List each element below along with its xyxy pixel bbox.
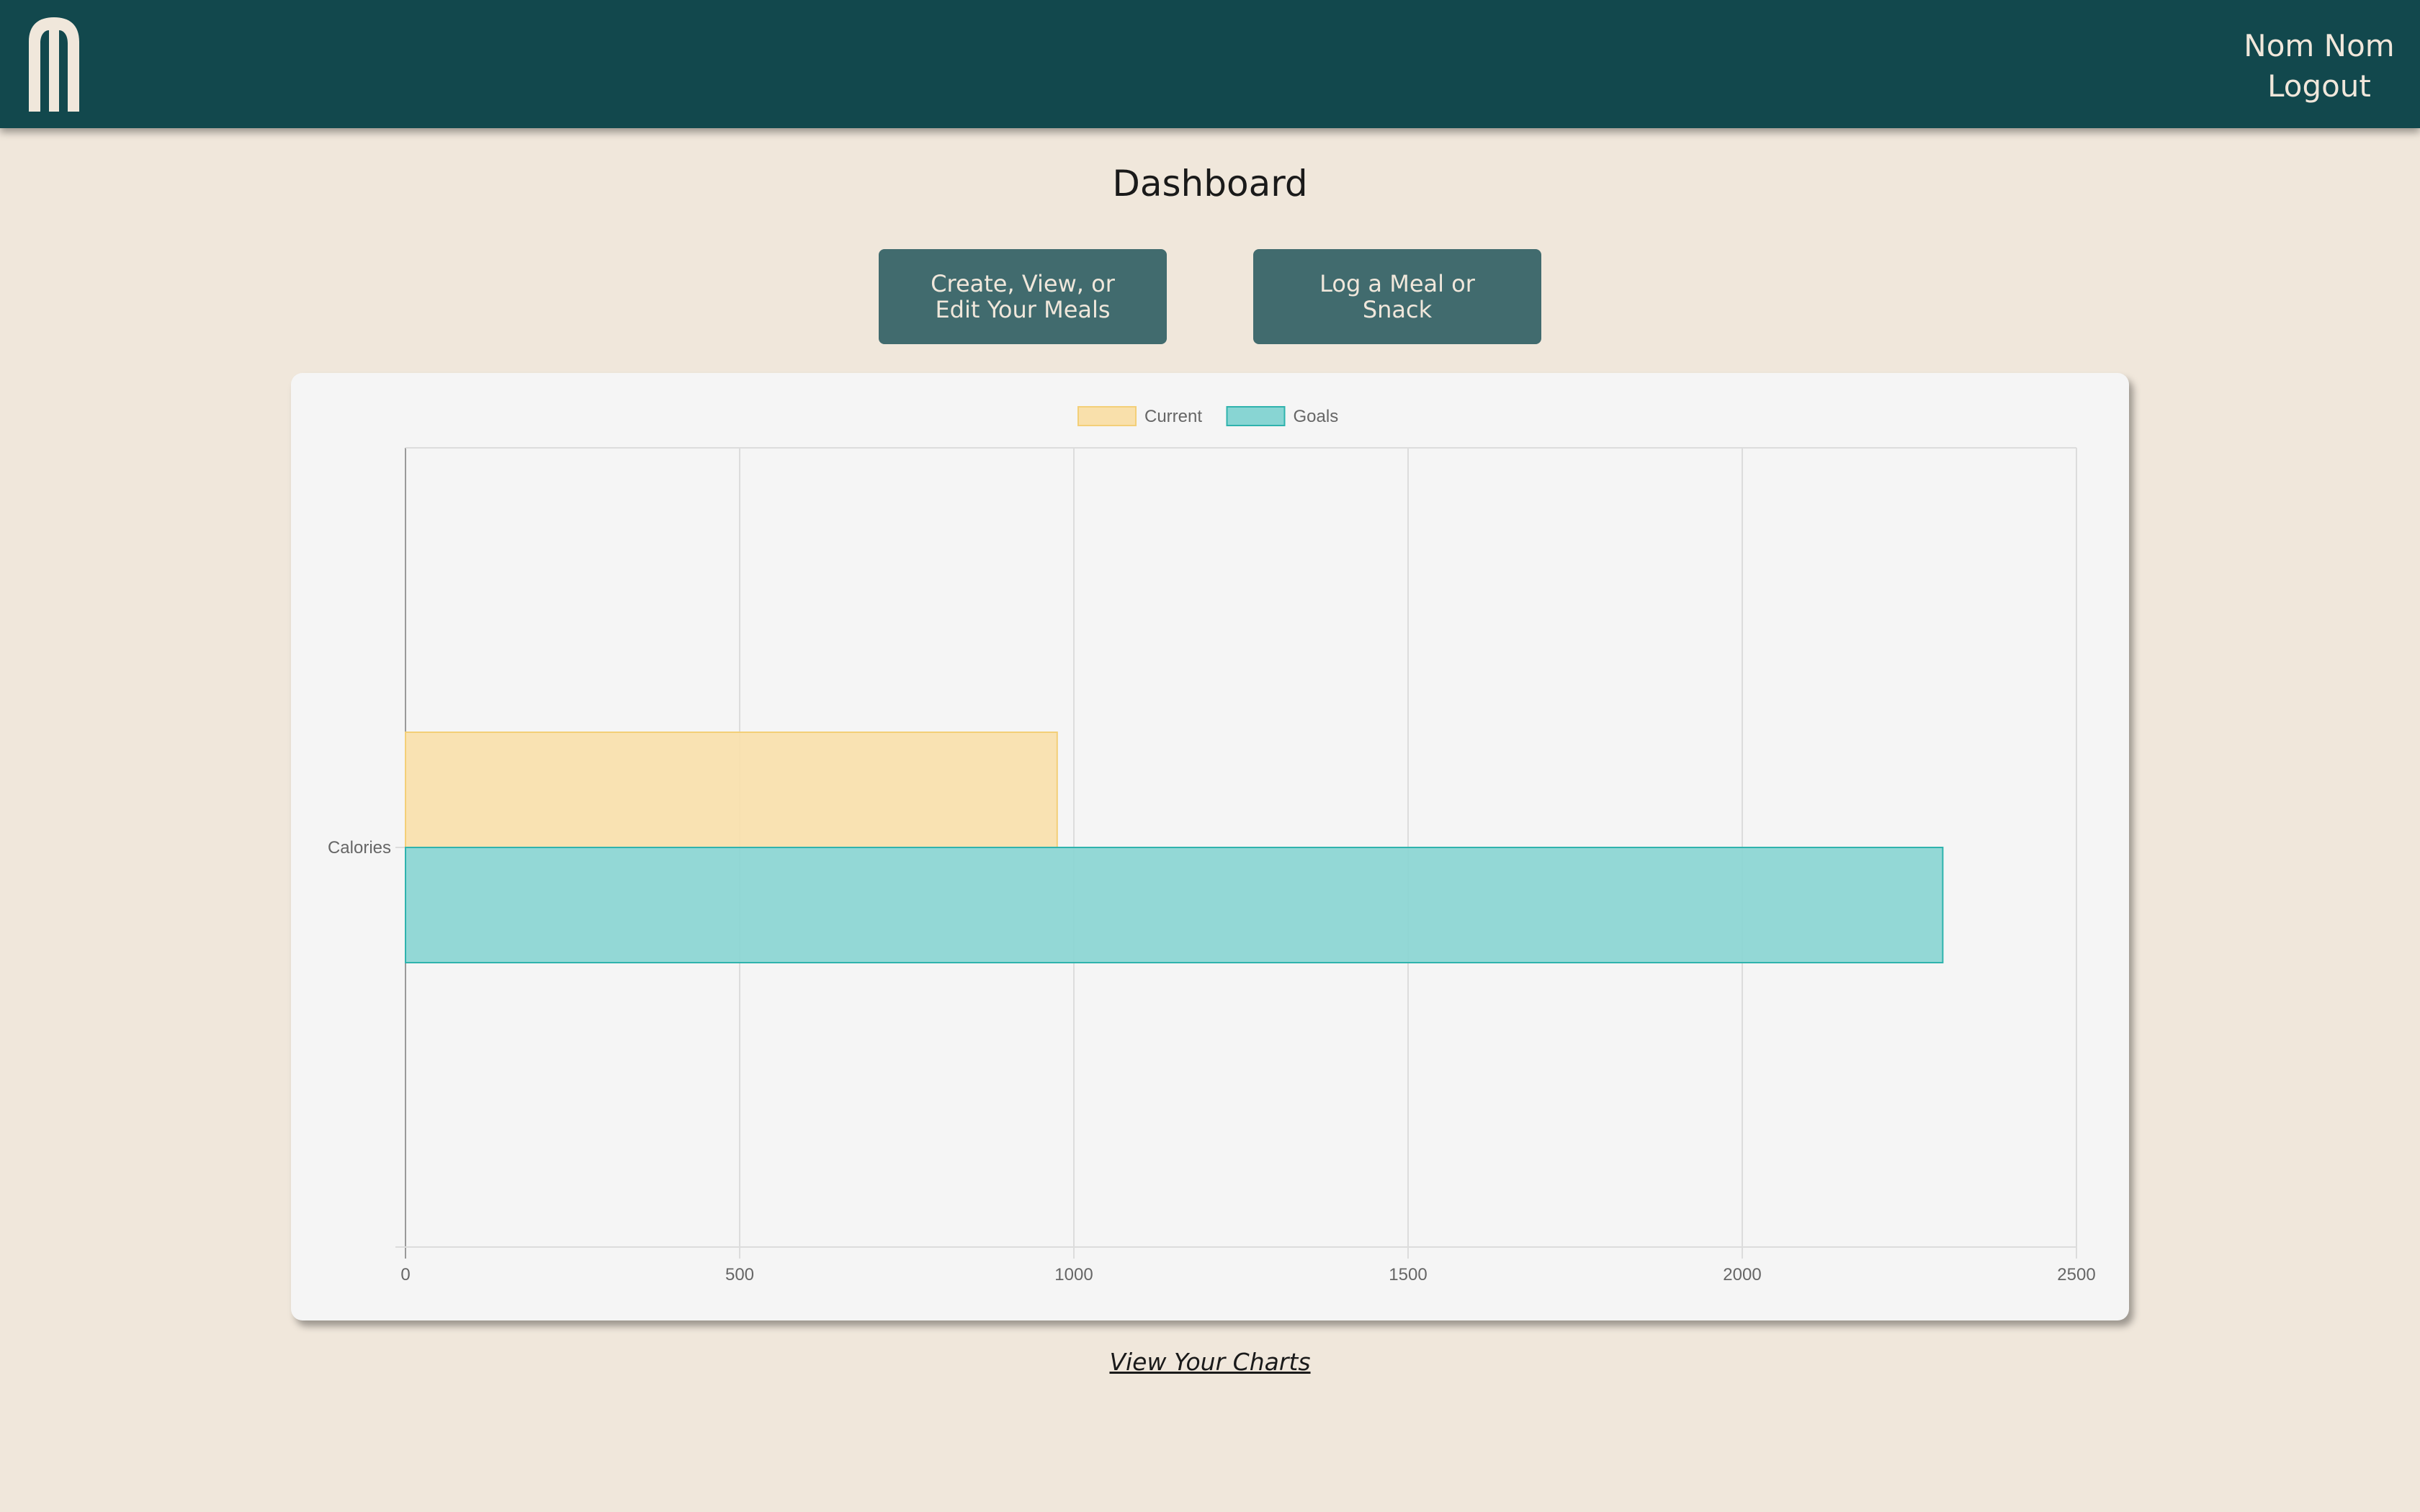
calories-bar-chart: 0 500 1000 1500 2000 2500 Calories Current Goals [328, 406, 2096, 1284]
page-title: Dashboard [1112, 163, 1308, 204]
footer: View Your Charts [0, 1348, 2420, 1376]
top-navbar: Nom Nom Logout [0, 0, 2420, 128]
y-category-label: Calories [328, 838, 391, 858]
view-charts-link[interactable]: View Your Charts [1109, 1348, 1310, 1376]
logout-link[interactable]: Logout [2233, 66, 2406, 107]
manage-meals-button[interactable]: Create, View, or Edit Your Meals [879, 249, 1167, 344]
username-label: Nom Nom [2244, 28, 2395, 63]
log-meal-button[interactable]: Log a Meal or Snack [1253, 249, 1541, 344]
bar-current [405, 732, 1058, 848]
legend-swatch-current [1077, 406, 1137, 426]
x-tick-label: 1000 [1054, 1265, 1093, 1284]
log-meal-button-label: Log a Meal or Snack [1319, 270, 1475, 323]
legend-swatch-goals [1226, 406, 1286, 426]
manage-meals-button-label: Create, View, or Edit Your Meals [931, 270, 1115, 323]
x-tick-label: 500 [725, 1265, 754, 1284]
calories-chart-card: 0 500 1000 1500 2000 2500 Calories Current Goals [291, 373, 2129, 1320]
x-tick-label: 2500 [2057, 1265, 2095, 1284]
bar-goals [405, 847, 1944, 963]
legend-label-goals: Goals [1294, 407, 1339, 426]
legend-label-current: Current [1144, 407, 1202, 426]
x-tick-label: 1500 [1389, 1265, 1427, 1284]
app-logo-icon[interactable] [22, 14, 86, 115]
user-menu: Nom Nom Logout [2233, 26, 2406, 107]
x-tick-label: 0 [400, 1265, 410, 1284]
x-tick-label: 2000 [1723, 1265, 1761, 1284]
